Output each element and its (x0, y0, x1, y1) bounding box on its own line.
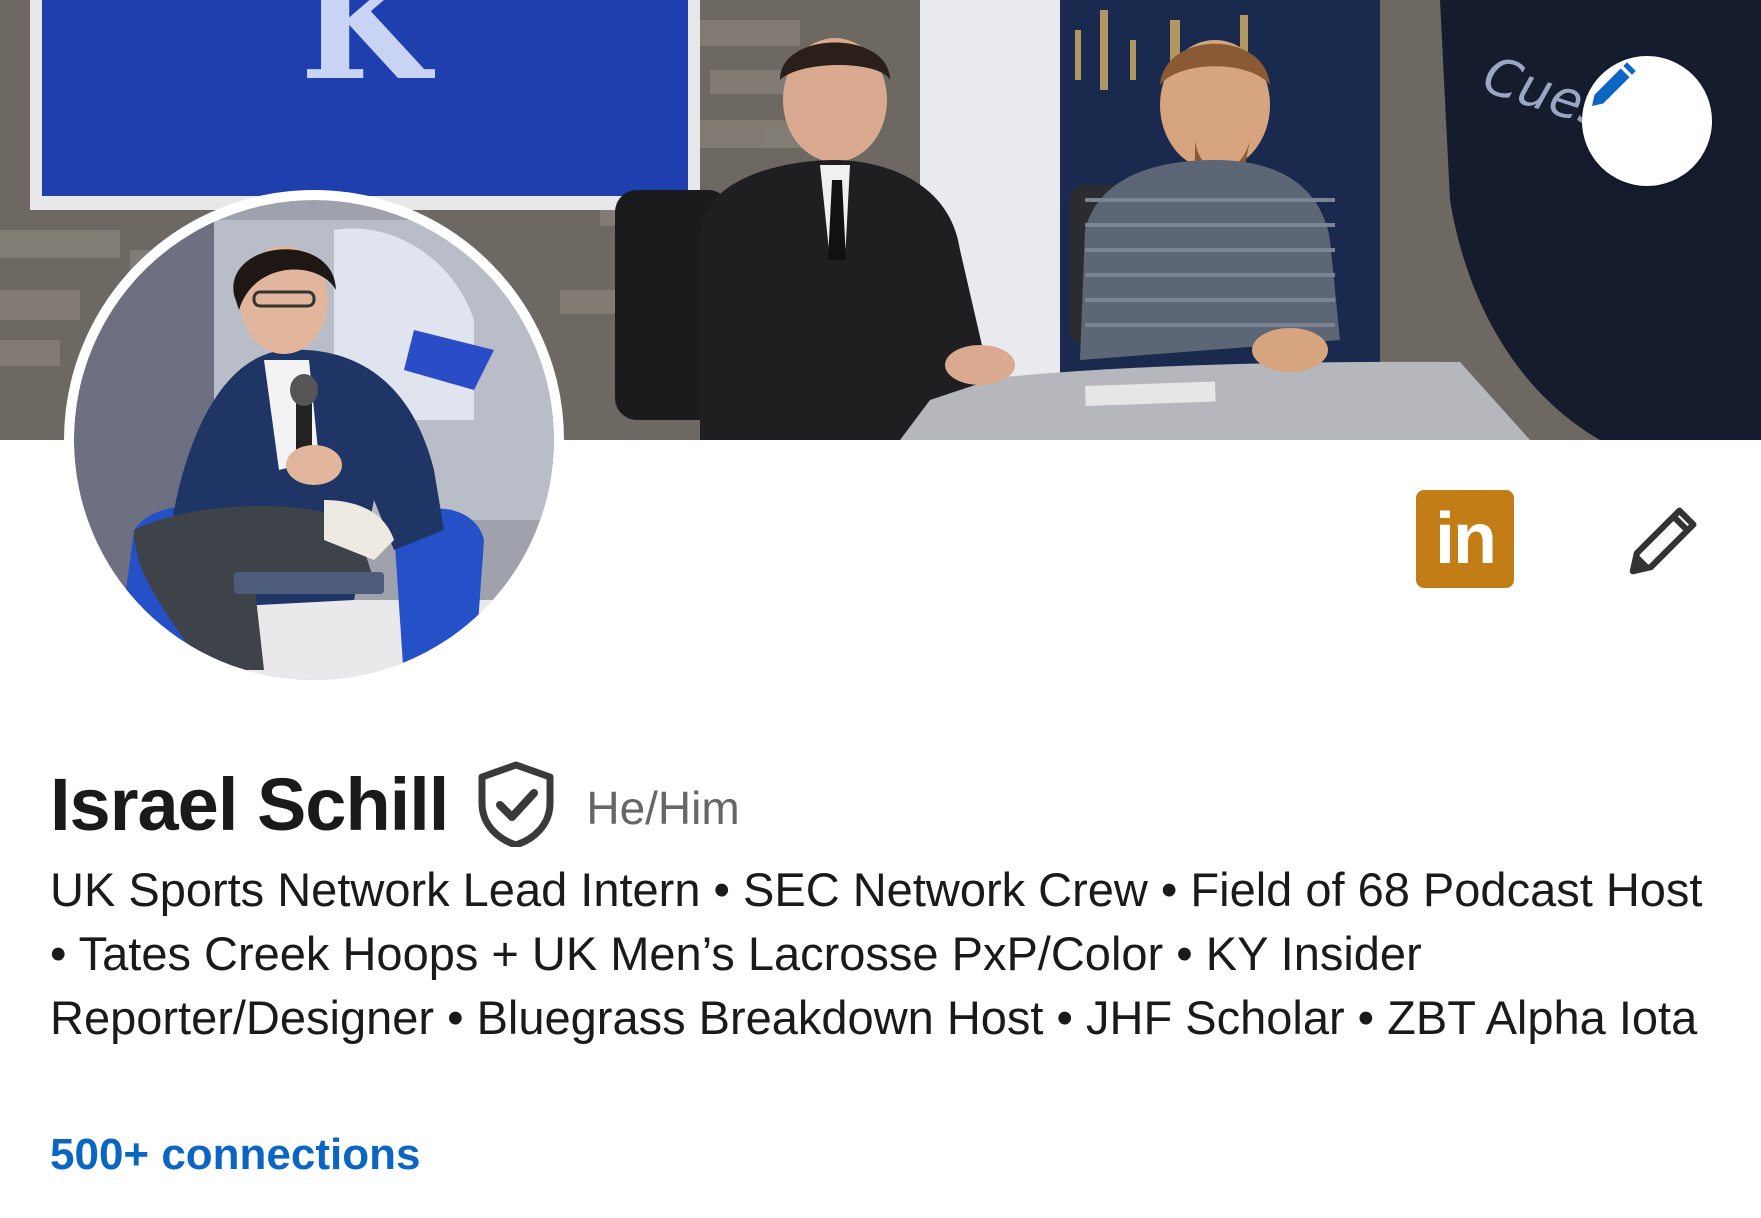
pencil-icon (1629, 507, 1697, 575)
profile-photo[interactable] (64, 190, 564, 690)
profile-headline: UK Sports Network Lead Intern • SEC Netw… (50, 863, 1703, 1044)
connections-link[interactable]: 500+ connections (50, 1130, 420, 1180)
pencil-icon (1592, 62, 1636, 106)
pronouns: He/Him (586, 782, 740, 834)
linkedin-icon[interactable]: in (1416, 490, 1514, 588)
linkedin-badge-text: in (1435, 499, 1497, 579)
name-row: Israel Schill He/Him (50, 758, 740, 850)
profile-name: Israel Schill (50, 762, 449, 846)
edit-profile-button[interactable] (1620, 496, 1708, 584)
avatar-illustration (74, 200, 554, 680)
svg-text:K: K (300, 0, 435, 114)
edit-cover-button[interactable] (1582, 56, 1712, 186)
shield-check-icon[interactable] (476, 761, 556, 847)
